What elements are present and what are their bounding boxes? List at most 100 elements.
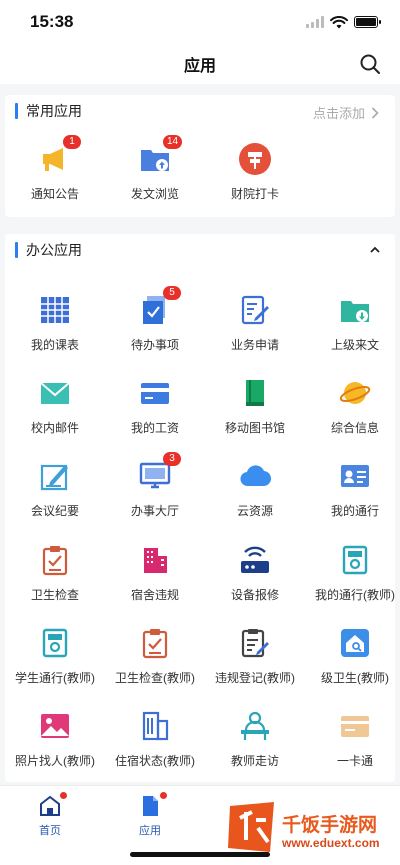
app-label: 财院打卡 xyxy=(230,187,279,201)
wifi-icon xyxy=(330,15,348,28)
add-app-button[interactable]: 点击添加 xyxy=(313,103,379,122)
home-indicator xyxy=(130,852,270,857)
status-icons xyxy=(306,15,381,29)
add-app-label: 点击添加 xyxy=(312,106,365,121)
app-label: 设备报修 xyxy=(230,588,279,602)
common-apps-section: 常用应用 点击添加 1 通知公告 14 发文浏览 财院打卡 xyxy=(5,95,395,217)
app-meeting-notes[interactable]: 会议纪要 xyxy=(5,456,105,532)
notification-badge: 1 xyxy=(63,135,81,149)
app-label: 办事大厅 xyxy=(130,504,179,518)
tab-home[interactable]: 首页 xyxy=(20,792,80,840)
app-accommodation-teacher[interactable]: 住宿状态(教师) xyxy=(105,706,205,782)
status-time: 15:38 xyxy=(30,12,74,31)
mail-icon xyxy=(40,382,70,404)
tab-label: 首页 xyxy=(39,825,61,837)
app-my-pass-teacher[interactable]: 我的通行(教师) xyxy=(305,540,400,616)
cloud-icon xyxy=(240,465,271,487)
notification-badge: 14 xyxy=(163,135,183,149)
app-superior-docs[interactable]: 上级来文 xyxy=(305,290,400,366)
status-bar: 15:38 xyxy=(0,0,400,44)
notification-badge: 5 xyxy=(163,286,181,300)
app-label: 我的课表 xyxy=(30,338,79,352)
app-label: 我的通行(教师) xyxy=(315,588,395,602)
app-label: 会议纪要 xyxy=(30,504,79,518)
salary-card-icon xyxy=(141,383,169,404)
app-label: 我的工资 xyxy=(130,421,179,435)
search-icon[interactable] xyxy=(358,52,382,76)
app-checkin[interactable]: 财院打卡 xyxy=(205,139,305,215)
card-icon xyxy=(341,716,369,737)
app-business-apply[interactable]: 业务申请 xyxy=(205,290,305,366)
meeting-notes-icon xyxy=(40,464,68,491)
register-icon xyxy=(241,629,269,658)
app-label: 照片找人(教师) xyxy=(15,754,95,768)
app-label: 住宿状态(教师) xyxy=(115,754,195,768)
app-teacher-visit[interactable]: 教师走访 xyxy=(205,706,305,782)
section-marker xyxy=(15,242,18,258)
photo-icon xyxy=(41,714,69,738)
watermark-logo-icon xyxy=(228,802,274,852)
app-salary[interactable]: 我的工资 xyxy=(105,373,205,449)
office-apps-section: 办公应用 我的课表 5 待办事项 业务申请 上级来文 校内邮件 我的工资 移动图… xyxy=(5,234,395,782)
app-photo-find-teacher[interactable]: 照片找人(教师) xyxy=(5,706,105,782)
app-doc-browse[interactable]: 14 发文浏览 xyxy=(105,135,205,215)
watermark: 千饭手游网 www.eduext.com xyxy=(224,790,394,858)
visit-icon xyxy=(241,711,269,740)
application-form-icon xyxy=(241,295,269,325)
book-icon xyxy=(246,380,264,406)
app-label: 我的通行 xyxy=(330,504,379,518)
app-label: 学生通行(教师) xyxy=(15,671,95,685)
watermark-brand: 千饭手游网 xyxy=(282,814,378,836)
checklist-icon xyxy=(42,546,68,576)
app-label: 校内邮件 xyxy=(30,421,79,435)
checklist-icon xyxy=(142,629,168,659)
tab-notification-dot xyxy=(160,792,167,799)
app-label: 发文浏览 xyxy=(130,187,179,201)
app-label: 教师走访 xyxy=(230,754,279,768)
section-marker xyxy=(15,103,18,119)
app-label: 移动图书馆 xyxy=(224,421,285,435)
app-label: 一卡通 xyxy=(336,754,373,768)
app-label: 违规登记(教师) xyxy=(215,671,295,685)
planet-icon xyxy=(339,382,371,404)
app-label: 通知公告 xyxy=(30,187,79,201)
app-label: 业务申请 xyxy=(230,338,279,352)
app-notice[interactable]: 1 通知公告 xyxy=(5,135,105,215)
app-campus-mail[interactable]: 校内邮件 xyxy=(5,373,105,449)
app-label: 卫生检查 xyxy=(30,588,79,602)
tab-apps[interactable]: 应用 xyxy=(120,792,180,840)
app-class-hygiene-teacher[interactable]: 级卫生(教师) xyxy=(305,623,400,699)
collapse-chevron-icon[interactable] xyxy=(369,244,381,256)
signal-icon xyxy=(306,16,324,28)
document-icon xyxy=(143,796,158,816)
id-card-icon xyxy=(341,465,369,487)
app-student-pass-teacher[interactable]: 学生通行(教师) xyxy=(5,623,105,699)
app-my-pass[interactable]: 我的通行 xyxy=(305,456,400,532)
app-timetable[interactable]: 我的课表 xyxy=(5,290,105,366)
app-service-hall[interactable]: 3 办事大厅 xyxy=(105,452,205,532)
app-todo[interactable]: 5 待办事项 xyxy=(105,286,205,366)
app-equipment-repair[interactable]: 设备报修 xyxy=(205,540,305,616)
app-label: 云资源 xyxy=(236,504,273,518)
app-dorm-violation[interactable]: 宿舍违规 xyxy=(105,540,205,616)
app-violation-register-teacher[interactable]: 违规登记(教师) xyxy=(205,623,305,699)
watermark-url: www.eduext.com xyxy=(282,836,380,850)
app-hygiene-check-teacher[interactable]: 卫生检查(教师) xyxy=(105,623,205,699)
app-campus-card[interactable]: 一卡通 xyxy=(305,706,400,782)
router-icon xyxy=(241,546,269,573)
timetable-icon xyxy=(41,297,69,323)
app-label: 宿舍违规 xyxy=(130,588,179,602)
app-general-info[interactable]: 综合信息 xyxy=(305,373,400,449)
gate-icon xyxy=(342,545,368,575)
office-apps-title: 办公应用 xyxy=(26,242,82,258)
app-label: 级卫生(教师) xyxy=(321,671,389,685)
app-cloud-resource[interactable]: 云资源 xyxy=(205,456,305,532)
battery-icon xyxy=(354,16,381,28)
app-label: 综合信息 xyxy=(330,421,379,435)
building-icon xyxy=(144,548,167,573)
folder-download-icon xyxy=(341,301,369,322)
app-mobile-library[interactable]: 移动图书馆 xyxy=(205,373,305,449)
signpost-icon xyxy=(239,143,271,175)
app-hygiene-check[interactable]: 卫生检查 xyxy=(5,540,105,616)
app-label: 上级来文 xyxy=(330,338,379,352)
